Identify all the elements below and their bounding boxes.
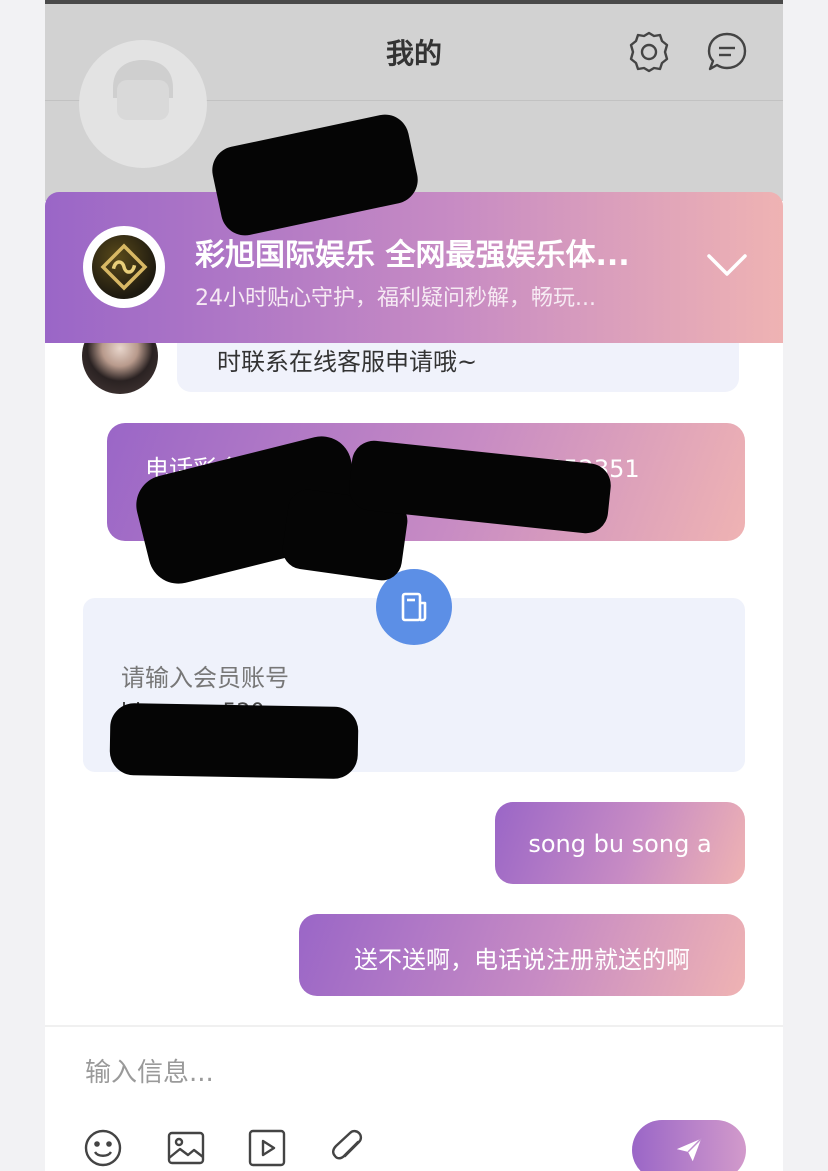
chat-bubble-icon[interactable] — [705, 30, 749, 74]
agent-message-text: 时联系在线客服申请哦~ — [217, 348, 478, 376]
send-button[interactable] — [632, 1120, 746, 1171]
message-input[interactable] — [83, 1050, 647, 1096]
chevron-down-icon[interactable] — [705, 248, 749, 284]
notification-title: 彩旭国际娱乐 全网最强娱乐体... — [195, 238, 630, 273]
member-account-label: 请输入会员账号 — [121, 664, 289, 692]
redaction-mark — [109, 702, 359, 780]
attachment-icon[interactable] — [328, 1128, 368, 1168]
notification-banner[interactable]: 彩旭国际娱乐 全网最强娱乐体... 24小时贴心守护，福利疑问秒解，畅玩... — [45, 192, 783, 343]
notification-subtitle: 24小时贴心守护，福利疑问秒解，畅玩... — [195, 286, 596, 311]
document-icon — [376, 569, 452, 645]
composer-divider — [45, 1025, 783, 1027]
video-icon[interactable] — [247, 1128, 287, 1168]
chat-screen: 我的 bingcong520 — [45, 0, 783, 1171]
user-message: 送不送啊，电话说注册就送的啊 — [299, 914, 745, 996]
gear-icon[interactable] — [627, 30, 671, 74]
brand-logo — [83, 226, 165, 308]
image-icon[interactable] — [166, 1128, 206, 1168]
send-icon — [676, 1138, 702, 1162]
emoji-icon[interactable] — [83, 1128, 123, 1168]
user-message-text: song bu song a — [528, 830, 712, 858]
user-message: song bu song a — [495, 802, 745, 884]
user-message-text: 送不送啊，电话说注册就送的啊 — [354, 946, 690, 974]
avatar[interactable] — [79, 40, 207, 168]
